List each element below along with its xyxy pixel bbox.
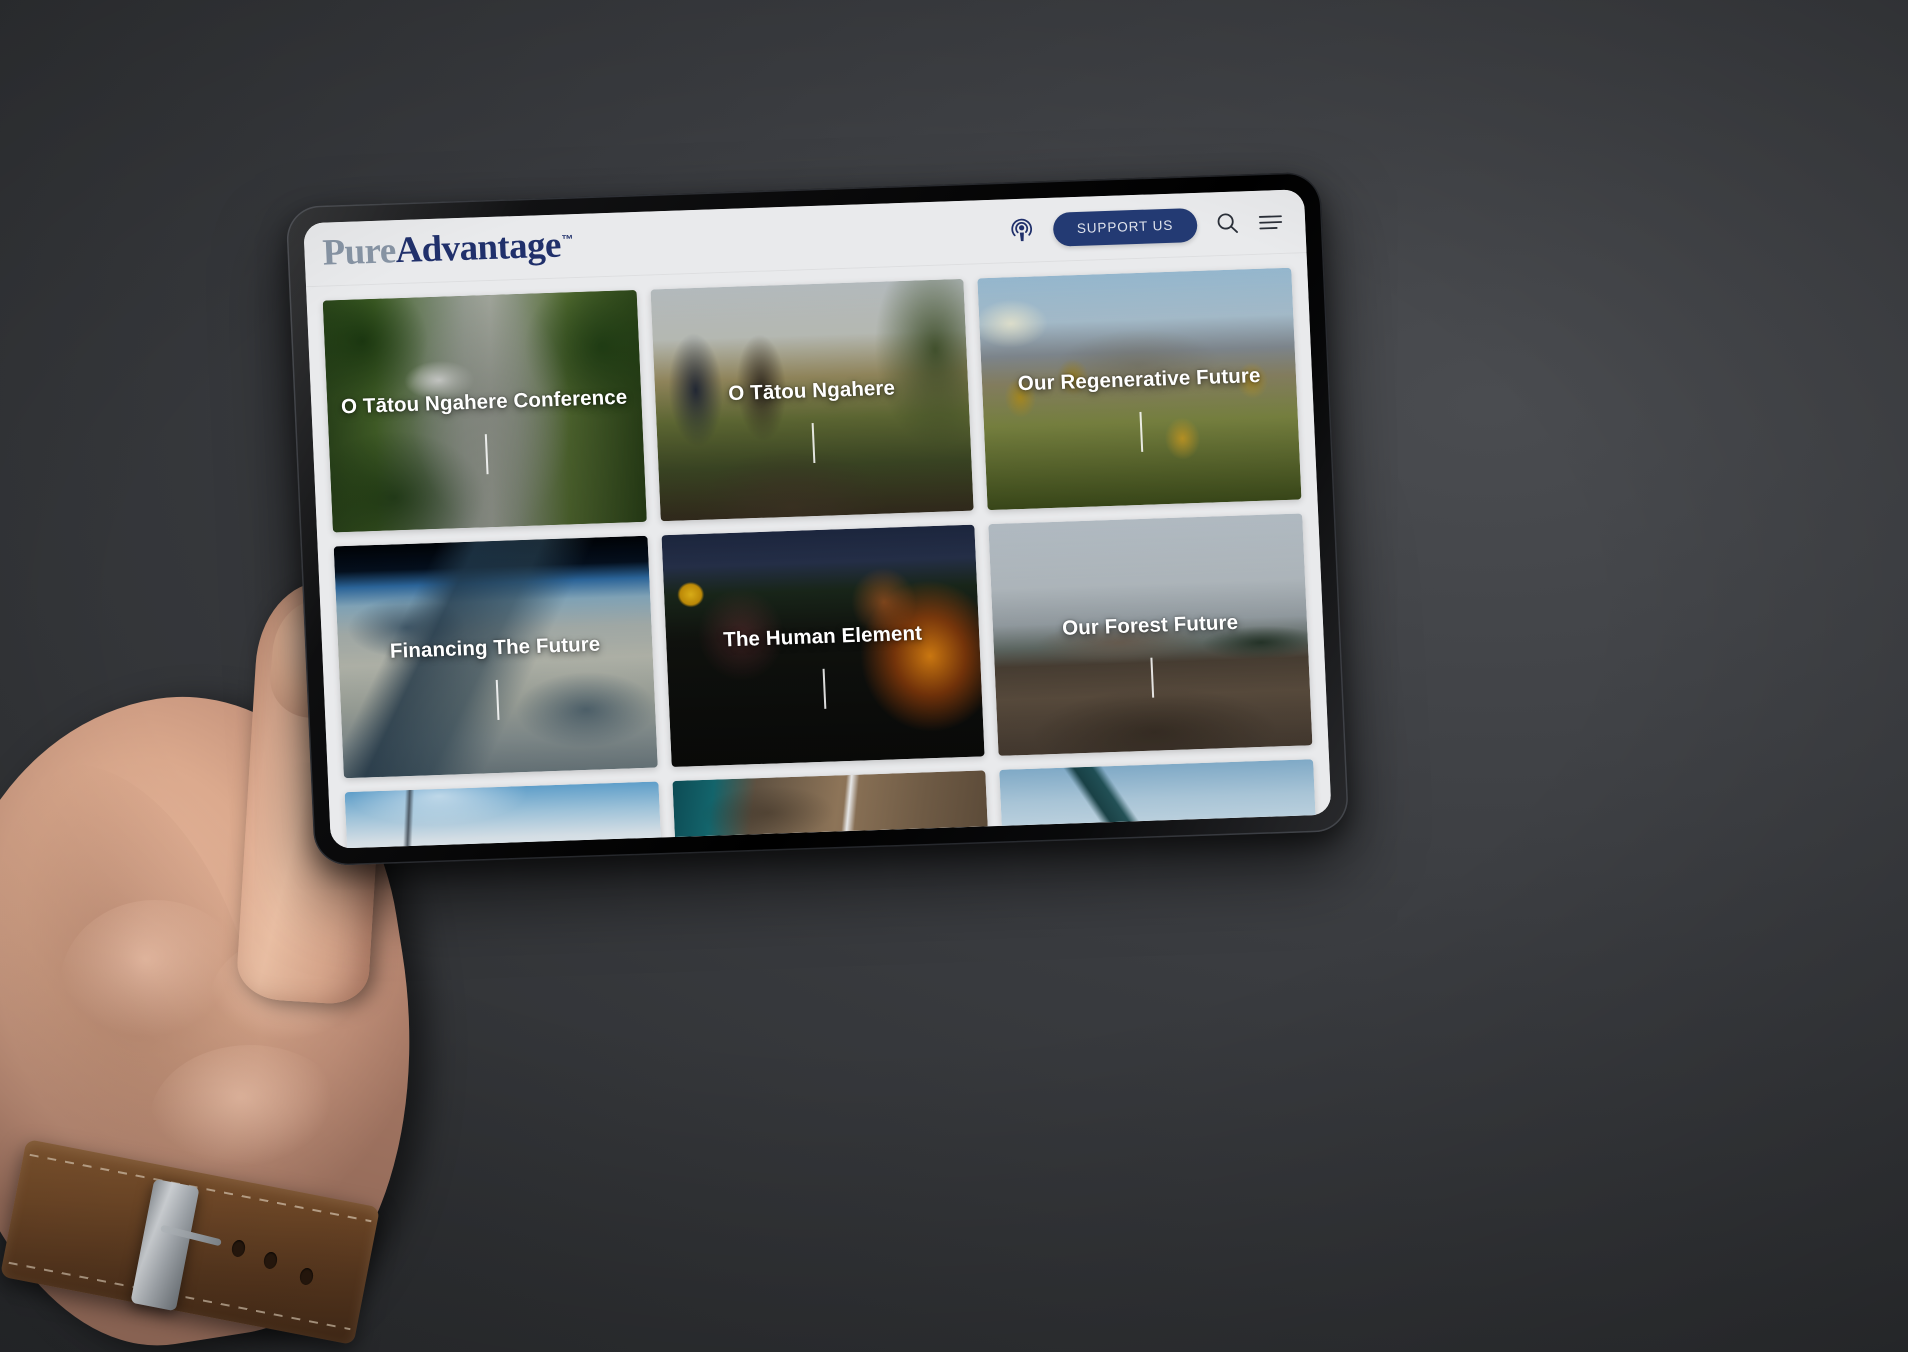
podcast-icon[interactable] [1007,216,1035,244]
card-artwork [344,781,662,849]
tablet-device: PureAdvantage™ SUPPORT US O Tātou Ngaher… [285,171,1350,867]
card-grid: O Tātou Ngahere Conference O Tātou Ngaher… [322,267,1313,779]
logo-text-pure: Pure [321,230,397,274]
hamburger-menu-icon[interactable] [1258,211,1284,232]
card-partial-turbine[interactable] [344,781,662,849]
logo-text-advantage: Advantage [394,224,562,272]
tablet-screen: PureAdvantage™ SUPPORT US O Tātou Ngaher… [303,189,1332,849]
support-us-button[interactable]: SUPPORT US [1052,207,1198,247]
card-the-human-element[interactable]: The Human Element [661,524,985,768]
card-our-forest-future[interactable]: Our Forest Future [988,513,1313,756]
card-financing-the-future[interactable]: Financing The Future [333,535,658,779]
search-icon[interactable] [1215,210,1241,236]
content-area: O Tātou Ngahere Conference O Tātou Ngaher… [306,253,1332,849]
card-o-tatou-ngahere[interactable]: O Tātou Ngahere [650,278,975,522]
logo-trademark: ™ [561,231,574,247]
header-actions: SUPPORT US [1007,204,1284,247]
scene: PureAdvantage™ SUPPORT US O Tātou Ngaher… [0,0,1908,1352]
card-o-tatou-ngahere-conference[interactable]: O Tātou Ngahere Conference [322,290,647,533]
site-logo[interactable]: PureAdvantage™ [321,224,574,274]
card-our-regenerative-future[interactable]: Our Regenerative Future [977,267,1302,511]
